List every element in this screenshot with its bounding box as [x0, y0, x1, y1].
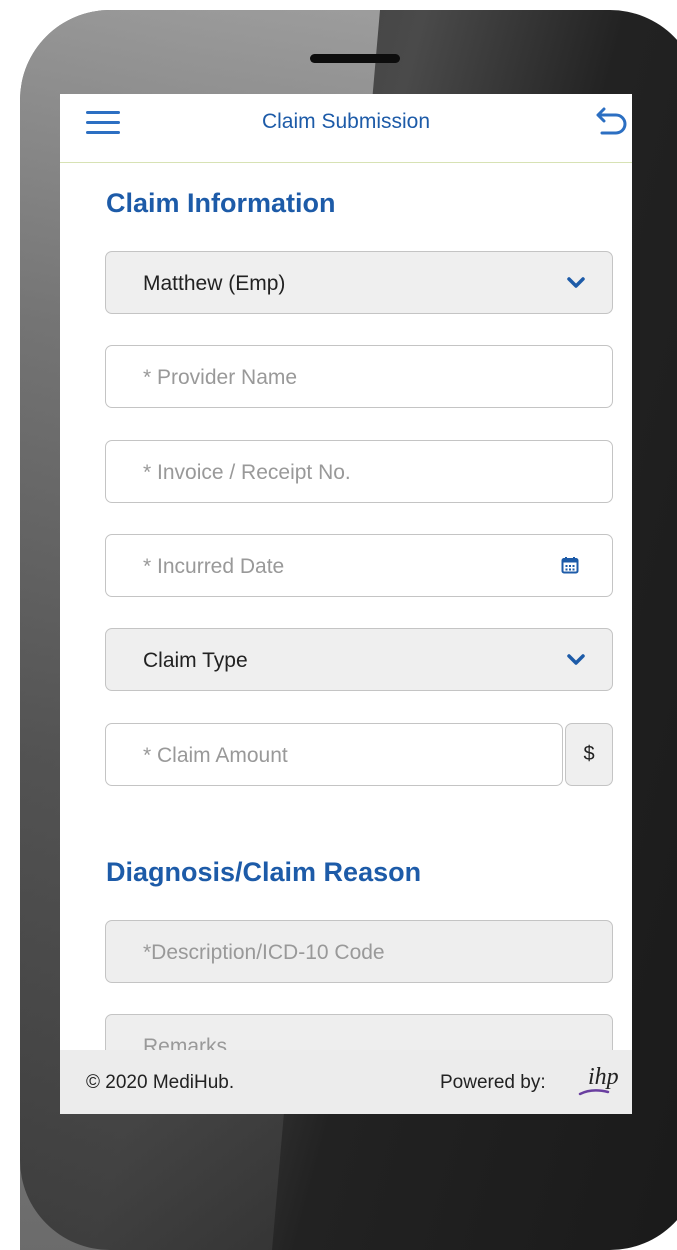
description-icd10-placeholder: *Description/ICD-10 Code	[143, 941, 385, 964]
calendar-icon[interactable]	[561, 556, 579, 574]
member-select[interactable]: Matthew (Emp)	[105, 251, 613, 314]
app-footer: © 2020 MediHub. Powered by: ihp	[60, 1050, 632, 1114]
invoice-receipt-field[interactable]: * Invoice / Receipt No.	[105, 440, 613, 503]
provider-name-placeholder: * Provider Name	[143, 366, 298, 389]
phone-speaker	[310, 54, 400, 63]
app-screen: Claim Submission Claim Information Matth…	[60, 94, 632, 1114]
claim-amount-placeholder: * Claim Amount	[143, 744, 288, 767]
provider-name-field[interactable]: * Provider Name	[105, 345, 613, 408]
chevron-down-icon	[567, 654, 585, 665]
powered-by-label: Powered by:	[440, 1072, 546, 1093]
diagnosis-heading: Diagnosis/Claim Reason	[106, 857, 422, 887]
ihp-logo-text: ihp	[588, 1064, 619, 1090]
ihp-logo: ihp	[578, 1062, 624, 1100]
claim-information-heading: Claim Information	[106, 188, 336, 218]
description-icd10-field[interactable]: *Description/ICD-10 Code	[105, 920, 613, 983]
app-header: Claim Submission	[60, 94, 632, 163]
member-select-value: Matthew (Emp)	[143, 272, 286, 295]
claim-type-value: Claim Type	[143, 649, 248, 672]
back-arrow-icon[interactable]	[594, 106, 628, 140]
invoice-receipt-placeholder: * Invoice / Receipt No.	[143, 461, 351, 484]
incurred-date-field[interactable]: * Incurred Date	[105, 534, 613, 597]
claim-type-select[interactable]: Claim Type	[105, 628, 613, 691]
incurred-date-placeholder: * Incurred Date	[143, 555, 285, 578]
currency-addon: $	[565, 723, 613, 786]
copyright-text: © 2020 MediHub.	[86, 1072, 235, 1093]
chevron-down-icon	[567, 277, 585, 288]
page-title: Claim Submission	[261, 110, 431, 133]
claim-amount-field[interactable]: * Claim Amount	[105, 723, 563, 786]
